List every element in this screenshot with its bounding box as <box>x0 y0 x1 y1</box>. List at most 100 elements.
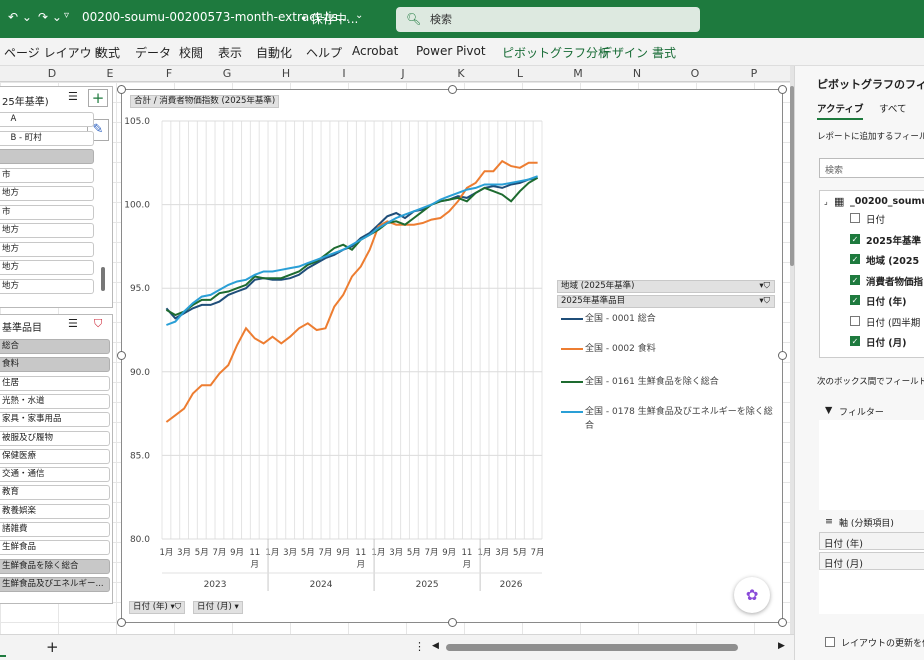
horizontal-scrollbar[interactable] <box>446 644 738 651</box>
column-header[interactable]: J <box>393 67 413 80</box>
slicer-item[interactable]: 地方 <box>0 260 94 275</box>
slicer-item[interactable]: 地方 <box>0 186 94 201</box>
resize-handle[interactable] <box>778 351 787 360</box>
save-status[interactable]: • 保存中... <box>300 10 358 27</box>
tab-power-pivot[interactable]: Power Pivot <box>416 44 486 58</box>
scroll-right-icon[interactable]: ▶ <box>778 641 785 651</box>
slicer-item[interactable]: B - 町村 <box>0 130 94 146</box>
tab-view[interactable]: 表示 <box>218 44 242 61</box>
slicer-item[interactable]: 市 <box>0 167 94 183</box>
multi-select-icon[interactable]: ☰ <box>68 317 78 330</box>
axis-field-button-month[interactable]: 日付 (月) ▾ <box>193 601 243 614</box>
slicer-item[interactable]: A <box>0 112 94 127</box>
add-icon[interactable]: + <box>88 89 108 107</box>
redo-icon[interactable]: ↷ ⌄ <box>38 10 62 24</box>
field-checkbox[interactable] <box>850 213 860 223</box>
field-label[interactable]: 2025年基準 <box>866 233 921 247</box>
column-header[interactable]: M <box>568 67 588 80</box>
scroll-left-icon[interactable]: ◀ <box>432 641 439 651</box>
quick-access-dropdown-icon[interactable]: ▿ <box>64 10 69 21</box>
clear-filter-icon[interactable]: ⛉ <box>94 317 102 331</box>
field-label[interactable]: 日付 (四半期 <box>866 315 920 329</box>
field-label[interactable]: 日付 <box>866 212 885 226</box>
axis-field-item[interactable]: 日付 (年) <box>819 532 924 550</box>
axis-field-item[interactable]: 日付 (月) <box>819 552 924 570</box>
undo-icon[interactable]: ↶ ⌄ <box>8 10 32 24</box>
column-header[interactable]: E <box>100 67 120 80</box>
field-label[interactable]: 地域 (2025 <box>866 253 919 267</box>
tab-pivotchart-analyze[interactable]: ピボットグラフ分析 <box>502 44 610 61</box>
column-header[interactable]: D <box>42 67 62 80</box>
resize-handle[interactable] <box>117 85 126 94</box>
column-header[interactable]: L <box>510 67 530 80</box>
field-checkbox[interactable]: ✓ <box>850 233 860 244</box>
field-checkbox[interactable]: ✓ <box>850 336 860 346</box>
slicer-item[interactable]: 教養娯楽 <box>0 503 110 519</box>
field-search-input[interactable]: 検索 <box>819 158 924 178</box>
collapse-icon[interactable]: ⌟ <box>824 197 828 206</box>
column-header[interactable]: O <box>685 67 705 80</box>
tab-data[interactable]: データ <box>135 44 171 61</box>
slicer-item[interactable]: 生鮮食品 <box>0 540 110 556</box>
slicer-scrollbar[interactable] <box>101 267 105 291</box>
slicer-item[interactable]: 保健医療 <box>0 448 110 464</box>
slicer-item[interactable]: 光熱・水道 <box>0 393 110 409</box>
slicer-item[interactable]: 地方 <box>0 278 94 294</box>
filter-drop-area[interactable] <box>819 420 924 510</box>
tab-active[interactable]: アクティブ <box>817 101 864 120</box>
tab-help[interactable]: ヘルプ <box>306 44 342 61</box>
column-header[interactable]: H <box>276 67 296 80</box>
slicer-item[interactable]: 地方 <box>0 241 94 257</box>
copilot-icon[interactable]: ✿ <box>734 577 770 613</box>
field-label[interactable]: 日付 (年) <box>866 294 907 308</box>
tab-automate[interactable]: 自動化 <box>256 44 292 61</box>
field-label[interactable]: 日付 (月) <box>866 335 907 349</box>
resize-handle[interactable] <box>448 85 457 94</box>
slicer-item[interactable]: 住居 <box>0 375 110 391</box>
field-checkbox[interactable]: ✓ <box>850 254 860 264</box>
slicer-item[interactable]: 家具・家事用品 <box>0 412 110 428</box>
tab-design[interactable]: デザイン <box>600 44 648 61</box>
column-header[interactable]: N <box>627 67 647 80</box>
legend-field-button-item[interactable]: 2025年基準品目 ▾⛉ <box>557 295 775 308</box>
resize-handle[interactable] <box>117 351 126 360</box>
resize-handle[interactable] <box>778 85 787 94</box>
slicer-item[interactable]: 市 <box>0 204 94 220</box>
pivot-chart[interactable]: 合計 / 消費者物価指数 (2025年基準) 105.0 100.0 95.0 90.… <box>121 89 783 623</box>
slicer-item[interactable]: 生鮮食品を除く総合 <box>0 558 110 574</box>
slicer-item[interactable]: 総合 <box>0 339 110 354</box>
item-slicer[interactable]: 基準品目 ☰ ⛉ 総合 食料 住居 光熱・水道 家具・家事用品 被服及び履物 保健医療 交通・… <box>0 314 113 604</box>
slicer-item[interactable]: 諸雑費 <box>0 522 110 537</box>
slicer-item[interactable]: 食料 <box>0 357 110 373</box>
resize-handle[interactable] <box>117 618 126 627</box>
field-checkbox[interactable] <box>850 315 860 326</box>
axis-drop-area[interactable]: 日付 (年) 日付 (月) <box>819 532 924 614</box>
column-header[interactable]: I <box>334 67 354 80</box>
axis-field-button-year[interactable]: 日付 (年) ▾⛉ <box>129 601 186 614</box>
slicer-item[interactable]: 被服及び履物 <box>0 430 110 446</box>
slicer-item[interactable]: 教育 <box>0 485 110 501</box>
active-sheet-tab[interactable] <box>0 637 6 657</box>
column-header[interactable]: G <box>217 67 237 80</box>
tab-format[interactable]: 書式 <box>652 44 676 61</box>
tab-review[interactable]: 校閲 <box>179 44 203 61</box>
field-checkbox[interactable]: ✓ <box>850 295 860 305</box>
defer-update-checkbox[interactable] <box>825 637 835 647</box>
slicer-item[interactable] <box>0 149 94 164</box>
resize-handle[interactable] <box>778 618 787 627</box>
legend-field-button-region[interactable]: 地域 (2025年基準) ▾⛉ <box>557 280 775 293</box>
tab-acrobat[interactable]: Acrobat <box>352 44 398 58</box>
slicer-item[interactable]: 生鮮食品及びエネルギー... <box>0 576 110 592</box>
slicer-item[interactable]: 交通・通信 <box>0 467 110 483</box>
column-header[interactable]: F <box>159 67 179 80</box>
chevron-down-icon[interactable]: ⌄ <box>355 10 363 21</box>
tab-all[interactable]: すべて <box>879 101 906 115</box>
search-box[interactable]: 🔍︎ 検索 <box>396 7 700 32</box>
multi-select-icon[interactable]: ☰ <box>68 90 78 103</box>
add-sheet-button[interactable]: + <box>46 638 59 656</box>
field-label[interactable]: 消費者物価指 <box>866 274 923 288</box>
region-slicer[interactable]: 25年基準) ☰ + ✎ A B - 町村市地方市地方 地方 地方 地方 <box>0 86 113 308</box>
slicer-item[interactable]: 地方 <box>0 223 94 238</box>
column-header[interactable]: P <box>744 67 764 80</box>
more-options-icon[interactable]: ⋮ <box>414 640 425 653</box>
